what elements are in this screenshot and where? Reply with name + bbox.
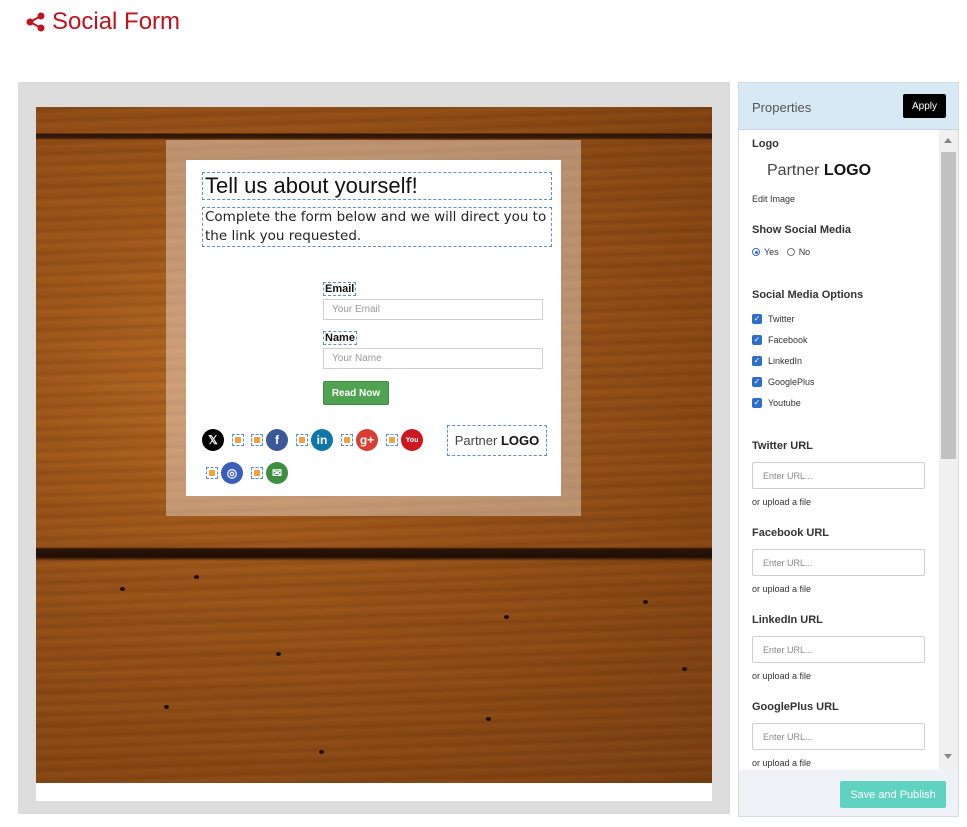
social-icons-row: ◎ ✉ [202, 462, 292, 484]
url-field-label: Twitter URL [752, 440, 813, 452]
panel-header: Properties Apply [739, 83, 958, 130]
url-input[interactable]: Enter URL... [752, 462, 925, 489]
wood-background[interactable]: Tell us about yourself! Complete the for… [36, 107, 712, 783]
panel-title: Properties [752, 100, 812, 115]
logo-label: Logo [752, 138, 779, 150]
radio-no-label: No [798, 247, 811, 257]
panel-partner-logo: Partner LOGO [767, 162, 871, 180]
scroll-down-icon[interactable] [944, 754, 952, 759]
wood-knot [194, 575, 199, 579]
x-twitter-icon[interactable]: 𝕏 [202, 429, 224, 451]
wood-knot [276, 652, 281, 656]
wood-knot [504, 615, 509, 619]
upload-file-link[interactable]: or upload a file [752, 671, 811, 681]
show-social-label: Show Social Media [752, 224, 852, 236]
share-icon [26, 12, 45, 32]
radio-yes-label: Yes [764, 247, 779, 257]
checkbox-checked[interactable]: ✓ [752, 377, 762, 387]
partner-logo[interactable]: Partner LOGO [447, 425, 547, 456]
apply-button[interactable]: Apply [903, 94, 946, 118]
website-icon[interactable]: ◎ [221, 462, 243, 484]
edit-image-link[interactable]: Edit Image [752, 194, 795, 204]
save-and-publish-button[interactable]: Save and Publish [840, 781, 946, 808]
checkbox-label: Facebook [768, 335, 808, 345]
social-option-checkbox-row[interactable]: ✓ Youtube [752, 398, 801, 408]
upload-file-link[interactable]: or upload a file [752, 584, 811, 594]
social-option-checkbox-row[interactable]: ✓ GooglePlus [752, 377, 815, 387]
email-input[interactable]: Your Email [323, 299, 543, 320]
scroll-up-icon[interactable] [944, 138, 952, 143]
upload-file-link[interactable]: or upload a file [752, 758, 811, 768]
name-input[interactable]: Your Name [323, 348, 543, 369]
wood-knot [319, 750, 324, 754]
social-option-checkbox-row[interactable]: ✓ LinkedIn [752, 356, 802, 366]
radio-no[interactable] [786, 248, 795, 256]
email-label[interactable]: Email [323, 282, 357, 296]
edit-link-icon[interactable] [206, 467, 218, 479]
checkbox-checked[interactable]: ✓ [752, 356, 762, 366]
edit-link-icon[interactable] [296, 434, 308, 446]
edit-link-icon[interactable] [341, 434, 353, 446]
partner-logo-light: Partner [454, 433, 498, 448]
form-description[interactable]: Complete the form below and we will dire… [202, 207, 552, 247]
form-title[interactable]: Tell us about yourself! [202, 172, 552, 200]
url-field-label: LinkedIn URL [752, 614, 823, 626]
partner-logo-bold: LOGO [500, 433, 540, 448]
social-option-checkbox-row[interactable]: ✓ Twitter [752, 314, 795, 324]
show-social-radio-group: Yes No [752, 247, 810, 257]
wood-knot [486, 717, 491, 721]
panel-footer: Save and Publish [739, 771, 958, 816]
facebook-icon[interactable]: f [266, 429, 288, 451]
linkedin-icon[interactable]: in [311, 429, 333, 451]
email-icon[interactable]: ✉ [266, 462, 288, 484]
checkbox-label: GooglePlus [768, 377, 815, 387]
checkbox-label: Youtube [768, 398, 801, 408]
properties-panel: Properties Apply Logo Partner LOGO Edit … [738, 82, 959, 817]
url-field-label: GooglePlus URL [752, 701, 839, 713]
edit-link-icon[interactable] [251, 467, 263, 479]
wood-knot [682, 667, 687, 671]
checkbox-checked[interactable]: ✓ [752, 314, 762, 324]
social-icons-row: 𝕏f in g+ You [202, 429, 427, 451]
form-card[interactable]: Tell us about yourself! Complete the for… [186, 160, 561, 496]
url-input[interactable]: Enter URL... [752, 723, 925, 750]
checkbox-label: LinkedIn [768, 356, 803, 366]
name-label[interactable]: Name [323, 331, 357, 345]
app-title: Social Form [26, 8, 180, 36]
app-title-text: Social Form [52, 8, 181, 35]
wood-knot [120, 587, 125, 591]
panel-body: Logo Partner LOGO Edit Image Show Social… [739, 130, 939, 770]
form-overlay: Tell us about yourself! Complete the for… [166, 140, 581, 516]
checkbox-checked[interactable]: ✓ [752, 335, 762, 345]
url-input[interactable]: Enter URL... [752, 549, 925, 576]
youtube-icon[interactable]: You [401, 429, 423, 451]
scrollbar[interactable] [939, 130, 958, 770]
read-now-button[interactable]: Read Now [323, 381, 389, 405]
panel-logo-light: Partner [767, 162, 820, 179]
edit-link-icon[interactable] [251, 434, 263, 446]
canvas-footer [36, 783, 712, 801]
social-option-checkbox-row[interactable]: ✓ Facebook [752, 335, 808, 345]
canvas-frame: Tell us about yourself! Complete the for… [18, 82, 730, 814]
social-options-label: Social Media Options [752, 289, 864, 301]
upload-file-link[interactable]: or upload a file [752, 497, 811, 507]
panel-logo-bold: LOGO [823, 162, 872, 179]
wood-knot [164, 705, 169, 709]
scroll-thumb[interactable] [941, 152, 956, 459]
wood-knot [643, 600, 648, 604]
checkbox-label: Twitter [768, 314, 795, 324]
edit-link-icon[interactable] [386, 434, 398, 446]
edit-link-icon[interactable] [232, 434, 244, 446]
radio-yes[interactable] [752, 248, 760, 256]
googleplus-icon[interactable]: g+ [356, 429, 378, 451]
url-input[interactable]: Enter URL... [752, 636, 925, 663]
url-field-label: Facebook URL [752, 527, 830, 539]
checkbox-checked[interactable]: ✓ [752, 398, 762, 408]
